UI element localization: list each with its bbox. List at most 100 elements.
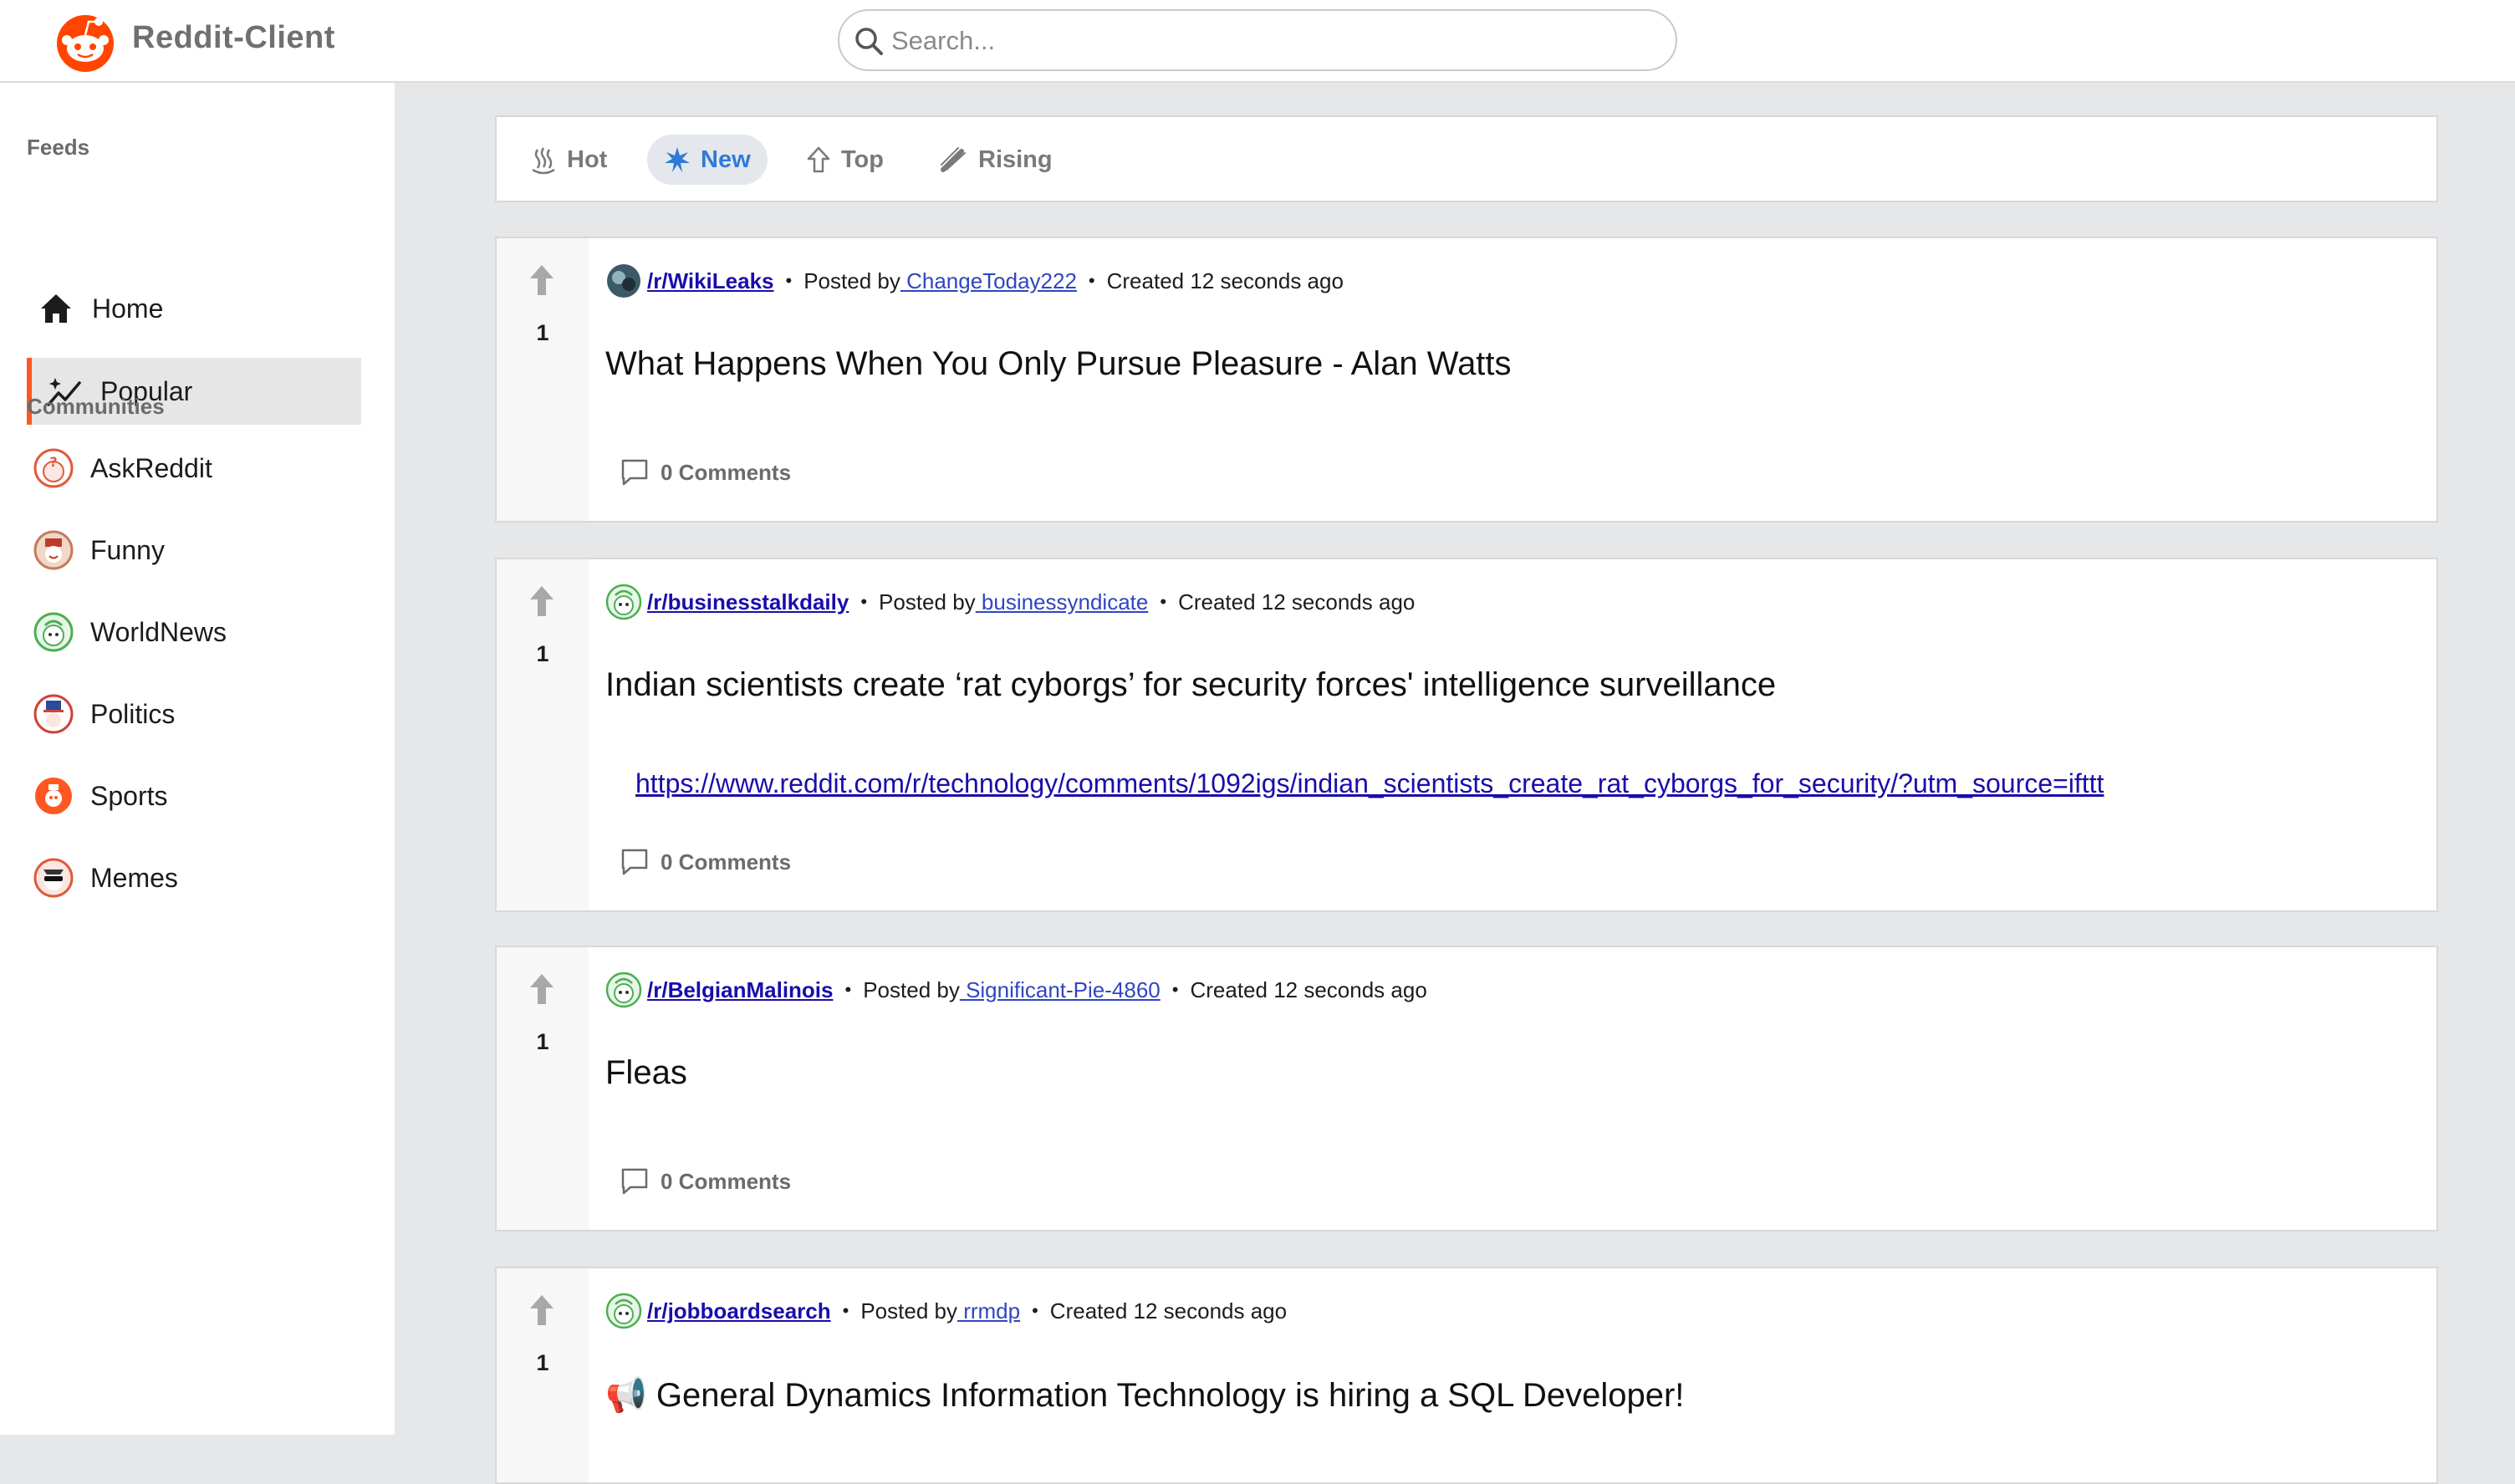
community-item-sports[interactable]: Sports xyxy=(33,771,167,821)
post-title[interactable]: What Happens When You Only Pursue Pleasu… xyxy=(605,345,1512,383)
community-item-askreddit[interactable]: ? AskReddit xyxy=(33,443,212,493)
subreddit-default-icon xyxy=(605,971,642,1008)
vote-column: 1 xyxy=(497,1268,589,1482)
app-title[interactable]: Reddit-Client xyxy=(132,20,335,56)
subreddit-link[interactable]: /r/WikiLeaks xyxy=(647,268,774,294)
meta-separator: • xyxy=(1160,591,1167,612)
post-card[interactable]: 1 /r/WikiLeaks • Posted by ChangeToday22… xyxy=(495,237,2438,523)
top-icon xyxy=(806,145,831,174)
post-card[interactable]: 1 /r/BelgianMalinois • Posted by Signifi… xyxy=(495,946,2438,1232)
search-input[interactable] xyxy=(891,19,1644,63)
post-external-link[interactable]: https://www.reddit.com/r/technology/comm… xyxy=(635,768,2104,799)
search-icon xyxy=(855,28,883,55)
subreddit-link[interactable]: /r/businesstalkdaily xyxy=(647,589,849,615)
post-title[interactable]: Indian scientists create ‘rat cyborgs’ f… xyxy=(605,666,1776,704)
worldnews-icon xyxy=(33,612,74,652)
upvote-arrow-icon[interactable] xyxy=(528,263,555,297)
post-meta: /r/BelgianMalinois • Posted by Significa… xyxy=(605,971,1427,1009)
communities-section-label: Communities xyxy=(27,394,165,419)
posted-by-label: Posted by xyxy=(879,589,976,615)
community-label: Funny xyxy=(90,534,165,565)
comments-button[interactable]: 0 Comments xyxy=(620,456,791,489)
sort-tab-label: Top xyxy=(841,145,884,173)
home-icon xyxy=(37,289,75,328)
sort-bar: Hot New Top Rising xyxy=(495,115,2438,202)
comment-icon xyxy=(620,848,649,876)
post-meta: /r/jobboardsearch • Posted by rrmdp • Cr… xyxy=(605,1292,1287,1330)
sort-tab-hot[interactable]: Hot xyxy=(513,135,624,185)
comments-label: 0 Comments xyxy=(661,849,792,875)
posted-by-label: Posted by xyxy=(860,1298,957,1323)
post-title[interactable]: 📢 General Dynamics Information Technolog… xyxy=(605,1375,1684,1415)
comments-label: 0 Comments xyxy=(661,1168,792,1194)
posted-by-label: Posted by xyxy=(863,977,960,1002)
community-label: AskReddit xyxy=(90,452,212,483)
subreddit-link[interactable]: /r/BelgianMalinois xyxy=(647,977,834,1003)
top-header: Reddit-Client xyxy=(0,0,2515,83)
meta-separator: • xyxy=(860,591,868,612)
created-time: Created 12 seconds ago xyxy=(1178,589,1416,615)
post-card[interactable]: 1 /r/businesstalkdaily • Posted by busin… xyxy=(495,558,2438,912)
subreddit-default-icon xyxy=(605,1293,642,1329)
memes-icon xyxy=(33,858,74,898)
created-time: Created 12 seconds ago xyxy=(1049,1298,1288,1323)
vote-column: 1 xyxy=(497,947,589,1230)
rising-icon xyxy=(940,146,968,173)
post-card[interactable]: 1 /r/jobboardsearch • Posted by rrmdp • … xyxy=(495,1267,2438,1484)
post-score: 1 xyxy=(536,1350,549,1375)
funny-icon xyxy=(33,530,74,570)
comment-icon xyxy=(620,458,649,487)
vote-column: 1 xyxy=(497,559,589,910)
vote-column: 1 xyxy=(497,238,589,521)
meta-separator: • xyxy=(1032,1300,1038,1321)
askreddit-icon: ? xyxy=(33,448,74,488)
community-item-worldnews[interactable]: WorldNews xyxy=(33,607,227,657)
subreddit-link[interactable]: /r/jobboardsearch xyxy=(647,1298,831,1324)
created-time: Created 12 seconds ago xyxy=(1106,268,1344,293)
community-label: Politics xyxy=(90,698,176,729)
post-score: 1 xyxy=(536,320,549,345)
subreddit-default-icon xyxy=(605,584,642,620)
community-item-memes[interactable]: Memes xyxy=(33,853,178,903)
sort-tab-label: New xyxy=(701,145,751,173)
community-item-funny[interactable]: Funny xyxy=(33,525,165,575)
post-meta: /r/businesstalkdaily • Posted by busines… xyxy=(605,583,1415,621)
new-icon xyxy=(664,146,691,173)
hot-icon xyxy=(530,145,557,175)
meta-separator: • xyxy=(842,1300,849,1321)
community-label: Memes xyxy=(90,862,178,893)
sort-tab-label: Rising xyxy=(978,145,1053,173)
post-score: 1 xyxy=(536,1029,549,1054)
wikileaks-icon xyxy=(607,264,640,298)
meta-separator: • xyxy=(1171,979,1179,1000)
sort-tab-rising[interactable]: Rising xyxy=(923,135,1069,185)
comments-label: 0 Comments xyxy=(661,459,792,485)
comments-button[interactable]: 0 Comments xyxy=(620,1165,791,1198)
feeds-section-label: Feeds xyxy=(27,135,90,160)
community-label: Sports xyxy=(90,780,168,811)
post-meta: /r/WikiLeaks • Posted by ChangeToday222 … xyxy=(605,262,1344,300)
community-item-politics[interactable]: Politics xyxy=(33,689,175,739)
meta-separator: • xyxy=(1088,270,1095,291)
community-label: WorldNews xyxy=(90,616,227,647)
post-title[interactable]: Fleas xyxy=(605,1054,687,1092)
sidebar-item-home[interactable]: Home xyxy=(27,275,361,342)
upvote-arrow-icon[interactable] xyxy=(528,972,555,1006)
author-link[interactable]: ChangeToday222 xyxy=(900,268,1077,294)
upvote-arrow-icon[interactable] xyxy=(528,1293,555,1327)
sort-tab-new[interactable]: New xyxy=(647,135,768,185)
created-time: Created 12 seconds ago xyxy=(1190,977,1427,1002)
post-score: 1 xyxy=(536,641,549,666)
author-link[interactable]: Significant-Pie-4860 xyxy=(960,977,1161,1003)
upvote-arrow-icon[interactable] xyxy=(528,584,555,618)
sports-icon xyxy=(35,778,72,814)
comments-button[interactable]: 0 Comments xyxy=(620,845,791,879)
politics-icon xyxy=(33,694,74,734)
sidebar-item-label: Home xyxy=(92,293,164,324)
author-link[interactable]: businessyndicate xyxy=(976,589,1148,615)
author-link[interactable]: rrmdp xyxy=(957,1298,1020,1324)
search-bar[interactable] xyxy=(838,9,1677,71)
meta-separator: • xyxy=(844,979,852,1000)
reddit-logo-icon[interactable] xyxy=(54,10,117,74)
sort-tab-top[interactable]: Top xyxy=(789,135,900,185)
